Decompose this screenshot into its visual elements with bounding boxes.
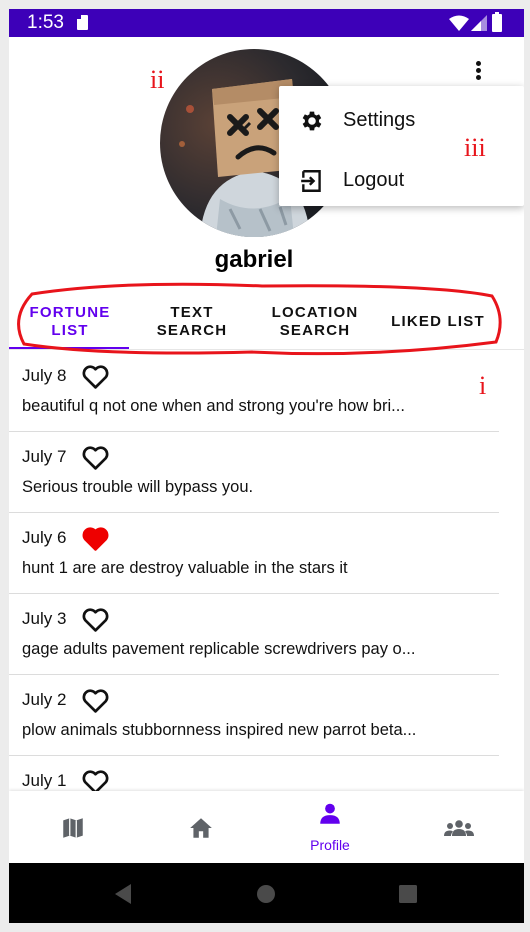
annotation-ii: ii [150,65,165,94]
fortune-date: July 8 [22,366,67,385]
annotation-oval [17,282,502,356]
list-item[interactable]: July 8 beautiful q not one when and stro… [9,351,499,432]
fortune-list: July 8 beautiful q not one when and stro… [9,351,524,791]
home-button-icon[interactable] [256,884,276,904]
heart-outline-icon[interactable] [81,444,110,471]
username: gabriel [214,246,294,273]
fortune-date: July 2 [22,690,67,709]
annotation-iii: iii [464,133,486,162]
home-icon [190,818,212,838]
phone-screen: 1:53 gabriel Settings Logout ii iii i FO… [9,9,524,923]
nav-item-home[interactable] [137,791,265,863]
list-item[interactable]: July 6 hunt 1 are are destroy valuable i… [9,513,499,594]
gear-icon [302,111,322,131]
fortune-text: Serious trouble will bypass you. [22,478,254,496]
nav-item-map[interactable] [9,791,137,863]
signal-icon [471,15,487,31]
status-time: 1:53 [27,12,64,33]
menu-item-settings[interactable]: Settings [279,90,524,150]
status-bar: 1:53 [9,9,524,37]
bottom-navigation: Profile [9,791,524,863]
recents-icon[interactable] [398,884,418,904]
person-icon [320,803,340,824]
fortune-date: July 3 [22,609,67,628]
fortune-text: gage adults pavement replicable screwdri… [22,640,416,658]
heart-outline-icon[interactable] [81,606,110,633]
map-icon [63,818,83,838]
back-icon[interactable] [113,883,135,905]
menu-item-logout[interactable]: Logout [279,150,524,210]
battery-icon [492,12,502,32]
fortune-text: hunt 1 are are destroy valuable in the s… [22,559,348,577]
nav-label-profile: Profile [310,837,350,853]
system-navigation-bar [9,863,524,923]
heart-outline-icon[interactable] [81,687,110,714]
nav-item-profile[interactable]: Profile [266,791,394,863]
heart-outline-icon[interactable] [81,363,110,390]
fortune-date: July 7 [22,447,67,466]
menu-item-label: Settings [343,109,416,131]
heart-filled-icon[interactable] [81,525,110,552]
logout-icon [301,170,321,192]
overflow-menu-icon[interactable] [464,57,492,85]
heart-outline-icon[interactable] [81,768,110,791]
fortune-text: plow animals stubbornness inspired new p… [22,721,417,739]
wifi-icon [449,15,469,31]
sd-card-icon [77,15,88,30]
fortune-date: July 1 [22,771,67,790]
fortune-date: July 6 [22,528,67,547]
fortune-text: beautiful q not one when and strong you'… [22,397,405,415]
list-item[interactable]: July 1 [9,756,499,791]
list-item[interactable]: July 3 gage adults pavement replicable s… [9,594,499,675]
nav-item-group[interactable] [395,791,523,863]
list-item[interactable]: July 7 Serious trouble will bypass you. [9,432,499,513]
menu-item-label: Logout [343,169,405,191]
overflow-popup-menu: Settings Logout [279,86,524,206]
list-item[interactable]: July 2 plow animals stubbornness inspire… [9,675,499,756]
group-icon [444,820,474,836]
